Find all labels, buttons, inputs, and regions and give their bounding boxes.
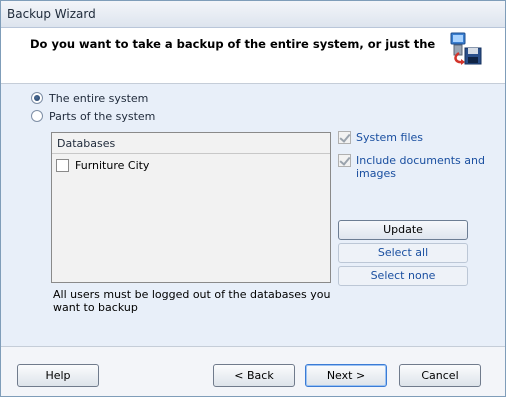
radio-label: Parts of the system — [49, 109, 156, 123]
radio-entire-system[interactable]: The entire system — [31, 90, 148, 106]
system-files-label: System files — [356, 131, 423, 144]
include-documents-label: Include documents and images — [356, 154, 485, 180]
databases-column-header: Databases — [52, 133, 330, 154]
next-button[interactable]: Next > — [305, 364, 387, 387]
radio-parts-of-system[interactable]: Parts of the system — [31, 108, 155, 124]
radio-label: The entire system — [49, 91, 149, 105]
title-bar: Backup Wizard — [1, 1, 505, 28]
include-documents-option: Include documents and images — [338, 154, 486, 180]
wizard-footer: Help < Back Next > Cancel — [1, 346, 505, 396]
databases-list[interactable]: Databases Furniture City — [51, 132, 331, 283]
select-all-button[interactable]: Select all — [338, 243, 468, 263]
cancel-button[interactable]: Cancel — [399, 364, 481, 387]
database-label: Furniture City — [75, 158, 150, 172]
wizard-header: Do you want to take a backup of the enti… — [1, 28, 505, 84]
window-title: Backup Wizard — [7, 7, 96, 21]
backup-wizard-window: Backup Wizard Do you want to take a back… — [0, 0, 506, 397]
database-checkbox[interactable] — [56, 158, 69, 172]
list-item[interactable]: Furniture City — [56, 157, 149, 173]
select-none-button[interactable]: Select none — [338, 266, 468, 286]
radio-button[interactable] — [31, 92, 43, 104]
back-button[interactable]: < Back — [213, 364, 295, 387]
system-files-option: System files — [338, 131, 486, 144]
wizard-question: Do you want to take a backup of the enti… — [30, 37, 436, 51]
radio-button[interactable] — [31, 110, 43, 122]
system-files-checkbox — [338, 131, 351, 144]
logout-note: All users must be logged out of the data… — [53, 288, 331, 314]
include-documents-checkbox — [338, 154, 351, 167]
backup-computer-disk-icon — [450, 32, 482, 65]
help-button[interactable]: Help — [17, 364, 99, 387]
update-button[interactable]: Update — [338, 220, 468, 240]
